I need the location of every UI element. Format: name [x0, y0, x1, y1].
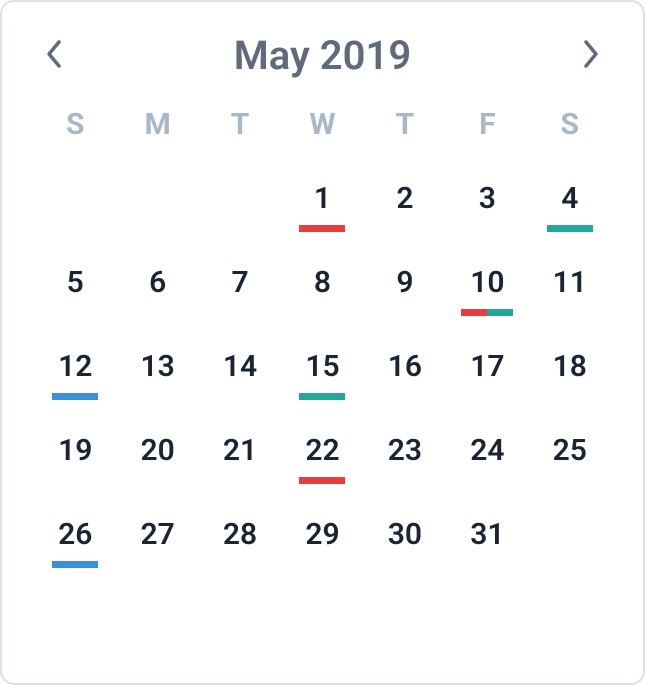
- day-cell[interactable]: 31: [446, 498, 528, 582]
- day-cell[interactable]: 7: [199, 246, 281, 330]
- next-month-button[interactable]: [571, 36, 611, 76]
- event-marks: [461, 309, 513, 316]
- weekday-label: T: [364, 107, 446, 142]
- day-number: 18: [553, 349, 587, 384]
- day-number: 17: [470, 349, 504, 384]
- day-cell[interactable]: 10: [446, 246, 528, 330]
- day-number: 2: [396, 181, 413, 216]
- event-mark-red: [299, 477, 345, 484]
- day-number: 27: [140, 517, 174, 552]
- day-number: 11: [553, 265, 587, 300]
- event-marks: [52, 561, 98, 568]
- day-number: 25: [553, 433, 587, 468]
- event-marks: [52, 393, 98, 400]
- day-cell[interactable]: 13: [116, 330, 198, 414]
- day-number: 15: [305, 349, 339, 384]
- day-cell[interactable]: 12: [34, 330, 116, 414]
- event-marks: [547, 225, 593, 232]
- weekday-label: F: [446, 107, 528, 142]
- day-empty: [529, 498, 611, 582]
- event-mark-teal: [299, 393, 345, 400]
- day-cell[interactable]: 8: [281, 246, 363, 330]
- day-cell[interactable]: 1: [281, 162, 363, 246]
- day-cell[interactable]: 19: [34, 414, 116, 498]
- event-marks: [299, 477, 345, 484]
- day-cell[interactable]: 22: [281, 414, 363, 498]
- day-cell[interactable]: 9: [364, 246, 446, 330]
- day-number: 3: [479, 181, 496, 216]
- event-mark-blue: [52, 561, 98, 568]
- prev-month-button[interactable]: [34, 36, 74, 76]
- day-number: 6: [149, 265, 166, 300]
- day-cell[interactable]: 14: [199, 330, 281, 414]
- event-mark-teal: [487, 309, 513, 316]
- calendar: May 2019 S M T W T F S 12345678910111213…: [0, 0, 645, 685]
- day-number: 7: [231, 265, 248, 300]
- day-cell[interactable]: 24: [446, 414, 528, 498]
- weekday-label: M: [116, 107, 198, 142]
- day-number: 30: [388, 517, 422, 552]
- day-cell[interactable]: 5: [34, 246, 116, 330]
- day-cell[interactable]: 21: [199, 414, 281, 498]
- day-number: 29: [305, 517, 339, 552]
- day-cell[interactable]: 4: [529, 162, 611, 246]
- event-marks: [299, 225, 345, 232]
- day-number: 9: [396, 265, 413, 300]
- day-number: 12: [58, 349, 92, 384]
- day-number: 26: [58, 517, 92, 552]
- event-mark-red: [299, 225, 345, 232]
- day-cell[interactable]: 27: [116, 498, 198, 582]
- day-number: 21: [223, 433, 257, 468]
- calendar-header: May 2019: [34, 32, 611, 79]
- day-number: 31: [470, 517, 504, 552]
- days-grid: 1234567891011121314151617181920212223242…: [34, 162, 611, 582]
- weekday-label: W: [281, 107, 363, 142]
- day-cell[interactable]: 26: [34, 498, 116, 582]
- day-number: 1: [314, 181, 331, 216]
- day-cell[interactable]: 17: [446, 330, 528, 414]
- day-cell[interactable]: 6: [116, 246, 198, 330]
- day-number: 8: [314, 265, 331, 300]
- event-mark-red: [461, 309, 487, 316]
- weekday-label: S: [34, 107, 116, 142]
- chevron-left-icon: [45, 39, 63, 73]
- day-number: 20: [140, 433, 174, 468]
- day-cell[interactable]: 15: [281, 330, 363, 414]
- day-empty: [116, 162, 198, 246]
- day-cell[interactable]: 28: [199, 498, 281, 582]
- day-cell[interactable]: 30: [364, 498, 446, 582]
- day-number: 5: [67, 265, 84, 300]
- day-cell[interactable]: 18: [529, 330, 611, 414]
- event-mark-teal: [547, 225, 593, 232]
- event-mark-blue: [52, 393, 98, 400]
- weekday-label: S: [529, 107, 611, 142]
- day-number: 4: [561, 181, 578, 216]
- chevron-right-icon: [582, 39, 600, 73]
- day-number: 19: [58, 433, 92, 468]
- day-cell[interactable]: 20: [116, 414, 198, 498]
- day-number: 16: [388, 349, 422, 384]
- day-number: 22: [305, 433, 339, 468]
- day-empty: [34, 162, 116, 246]
- day-number: 10: [470, 265, 504, 300]
- day-cell[interactable]: 23: [364, 414, 446, 498]
- day-number: 24: [470, 433, 504, 468]
- weekday-label: T: [199, 107, 281, 142]
- day-cell[interactable]: 16: [364, 330, 446, 414]
- month-year-title: May 2019: [234, 32, 411, 79]
- day-number: 14: [223, 349, 257, 384]
- day-cell[interactable]: 29: [281, 498, 363, 582]
- event-marks: [299, 393, 345, 400]
- weekday-row: S M T W T F S: [34, 107, 611, 142]
- day-cell[interactable]: 11: [529, 246, 611, 330]
- day-empty: [199, 162, 281, 246]
- day-number: 23: [388, 433, 422, 468]
- day-cell[interactable]: 2: [364, 162, 446, 246]
- day-number: 13: [140, 349, 174, 384]
- day-number: 28: [223, 517, 257, 552]
- day-cell[interactable]: 25: [529, 414, 611, 498]
- day-cell[interactable]: 3: [446, 162, 528, 246]
